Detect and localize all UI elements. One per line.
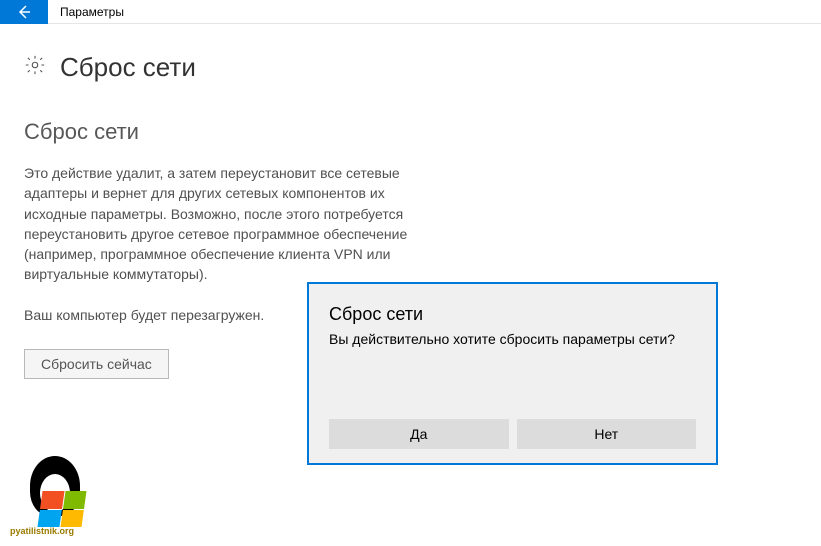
watermark-logo: pyatilistnik.org [10, 446, 100, 536]
back-button[interactable] [0, 0, 48, 24]
windows-flag-icon [37, 491, 86, 527]
dialog-text: Вы действительно хотите сбросить парамет… [329, 331, 696, 419]
no-button[interactable]: Нет [517, 419, 697, 449]
page-header: Сброс сети [24, 52, 797, 83]
page-title: Сброс сети [60, 52, 196, 83]
section-title: Сброс сети [24, 119, 797, 145]
dialog-button-row: Да Нет [329, 419, 696, 449]
yes-button[interactable]: Да [329, 419, 509, 449]
titlebar: Параметры [0, 0, 821, 24]
arrow-left-icon [16, 4, 32, 20]
gear-icon [24, 54, 46, 81]
section-description: Это действие удалит, а затем переустанов… [24, 163, 444, 285]
watermark-text: pyatilistnik.org [10, 526, 74, 536]
dialog-title: Сброс сети [329, 304, 696, 325]
titlebar-title: Параметры [48, 5, 124, 19]
confirm-dialog: Сброс сети Вы действительно хотите сброс… [307, 282, 718, 465]
reset-now-button[interactable]: Сбросить сейчас [24, 349, 169, 379]
